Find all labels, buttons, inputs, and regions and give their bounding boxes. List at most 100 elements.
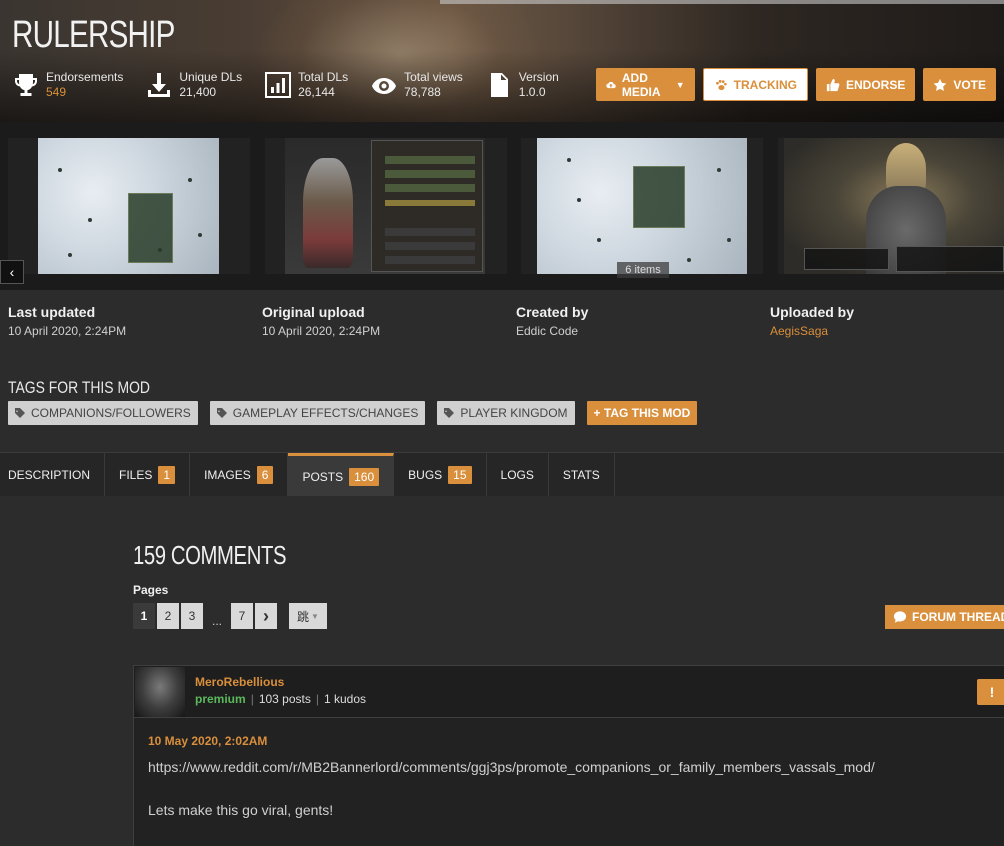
meta-original-upload: Original upload 10 April 2020, 2:24PM [262,304,380,338]
tag-label: GAMEPLAY EFFECTS/CHANGES [232,406,419,420]
endorse-label: ENDORSE [845,77,906,92]
stat-value: 1.0.0 [518,85,546,99]
page-jump-select[interactable]: 跳 ▼ [289,603,327,629]
page-button[interactable]: 7 [231,603,253,629]
mod-tabs: DESCRIPTION FILES 1 IMAGES 6 POSTS 160 BUGS… [0,452,1004,497]
tab-files[interactable]: FILES 1 [105,453,191,497]
comment-date: 10 May 2020, 2:02AM [148,734,268,748]
avatar[interactable] [135,667,185,717]
gallery-prev-button[interactable]: ‹ [0,260,24,284]
tab-count-badge: 1 [158,466,176,484]
gallery-thumbnail[interactable] [521,138,763,274]
endorse-button[interactable]: ENDORSE [815,68,916,101]
tab-label: DESCRIPTION [8,468,91,482]
mod-stats: Endorsements 549 Unique DLs 21,400 Total D… [12,70,581,100]
gallery-thumbnail[interactable] [265,138,507,274]
eye-icon [372,78,397,94]
comment-link[interactable]: https://www.reddit.com/r/MB2Bannerlord/c… [148,759,875,775]
tab-label: STATS [562,468,600,482]
header-overlay-bar [440,0,1004,4]
tab-count-badge: 6 [256,466,274,484]
stat-label: Total DLs [298,70,349,84]
comment: MeroRebellious premium | 103 posts | 1 kudos… [133,665,1004,846]
stat-label: Endorsements [46,70,124,84]
upload-cloud-icon [606,81,616,88]
page-button-current[interactable]: 1 [133,603,155,629]
add-media-label: ADD MEDIA [621,70,661,99]
pagination: 1 2 3 ... 7 › 跳 ▼ [133,603,329,629]
member-rank: premium [195,692,246,706]
stat-total-views: Total views 78,788 [370,70,463,100]
tag-icon [216,408,227,418]
page-jump-label: 跳 [297,609,310,624]
meta-last-updated: Last updated 10 April 2020, 2:24PM [8,304,126,338]
tab-label: IMAGES [204,468,251,482]
trophy-icon [15,74,37,96]
tag-label: PLAYER KINGDOM [460,406,568,420]
tracking-button[interactable]: TRACKING [702,68,808,101]
kudos-count: 1 kudos [323,692,367,706]
tag-list: COMPANIONS/FOLLOWERS GAMEPLAY EFFECTS/CH… [8,401,709,425]
report-button[interactable]: ! [977,679,1004,705]
thumbnail-image [38,138,219,274]
comment-header: MeroRebellious premium | 103 posts | 1 kudos… [134,666,1004,718]
uploader-link[interactable]: AegisSaga [770,324,854,338]
forum-thread-label: FORUM THREAD [912,610,1004,624]
page-button[interactable]: 2 [157,603,179,629]
thumbs-up-icon [826,78,840,91]
tab-label: FILES [119,468,153,482]
gallery-thumbnail[interactable] [8,138,250,274]
stat-value: 26,144 [298,85,335,99]
stat-value: 78,788 [404,85,441,99]
stat-value: 549 [46,85,67,99]
tab-count-badge: 160 [349,467,380,486]
mod-actions: ADD MEDIA ▼ TRACKING ENDORSE VOTE [596,68,1004,101]
forum-thread-button[interactable]: FORUM THREAD [885,605,1004,629]
tab-label: POSTS [302,469,344,484]
thumbnail-image [784,138,1004,274]
meta-created-by: Created by Eddic Code [516,304,588,338]
tab-stats[interactable]: STATS [549,453,615,497]
chevron-down-icon: ▼ [675,79,685,90]
tag-this-mod-button[interactable]: + TAG THIS MOD [586,401,698,425]
pages-label: Pages [133,583,169,597]
mod-meta: Last updated 10 April 2020, 2:24PM Origi… [0,290,1004,370]
tab-label: BUGS [408,468,443,482]
bar-chart-icon [265,72,292,98]
tag-item[interactable]: PLAYER KINGDOM [437,401,575,425]
tag-item[interactable]: GAMEPLAY EFFECTS/CHANGES [209,401,426,425]
comment-author-link[interactable]: MeroRebellious [195,675,284,689]
chevron-right-icon: › [263,605,269,626]
meta-value: 10 April 2020, 2:24PM [8,324,127,338]
add-media-button[interactable]: ADD MEDIA ▼ [596,68,695,101]
tab-posts[interactable]: POSTS 160 [288,453,395,497]
meta-label: Original upload [262,304,365,320]
tab-images[interactable]: IMAGES 6 [190,453,289,497]
comments-title: 159 COMMENTS [133,540,287,570]
tag-label: COMPANIONS/FOLLOWERS [31,406,191,420]
caret-down-icon: ▼ [311,611,319,621]
tab-count-badge: 15 [448,466,472,484]
tab-description[interactable]: DESCRIPTION [0,453,106,497]
comment-text: Lets make this go viral, gents! [148,802,334,818]
comment-author-info: premium | 103 posts | 1 kudos [195,692,367,706]
page-button[interactable]: 3 [181,603,203,629]
tab-logs[interactable]: LOGS [487,453,549,497]
meta-label: Last updated [8,304,96,320]
mod-page: RULERSHIP Endorsements 549 Unique DLs 21,4… [0,0,1004,846]
stat-label: Unique DLs [179,70,243,84]
stat-unique-dls: Unique DLs 21,400 [145,70,242,100]
mod-title: RULERSHIP [12,14,175,56]
meta-uploaded-by: Uploaded by AegisSaga [770,304,854,338]
stat-version: Version 1.0.0 [485,70,559,100]
meta-value: Eddic Code [516,324,579,338]
gallery-thumbnail[interactable] [778,138,1004,274]
paw-icon [715,79,727,90]
next-page-button[interactable]: › [255,603,277,629]
tag-icon [15,408,25,418]
tag-item[interactable]: COMPANIONS/FOLLOWERS [8,401,198,425]
mod-header: RULERSHIP Endorsements 549 Unique DLs 21,4… [0,0,1004,122]
tab-bugs[interactable]: BUGS 15 [394,453,487,497]
vote-label: VOTE [953,77,986,92]
vote-button[interactable]: VOTE [923,68,996,101]
